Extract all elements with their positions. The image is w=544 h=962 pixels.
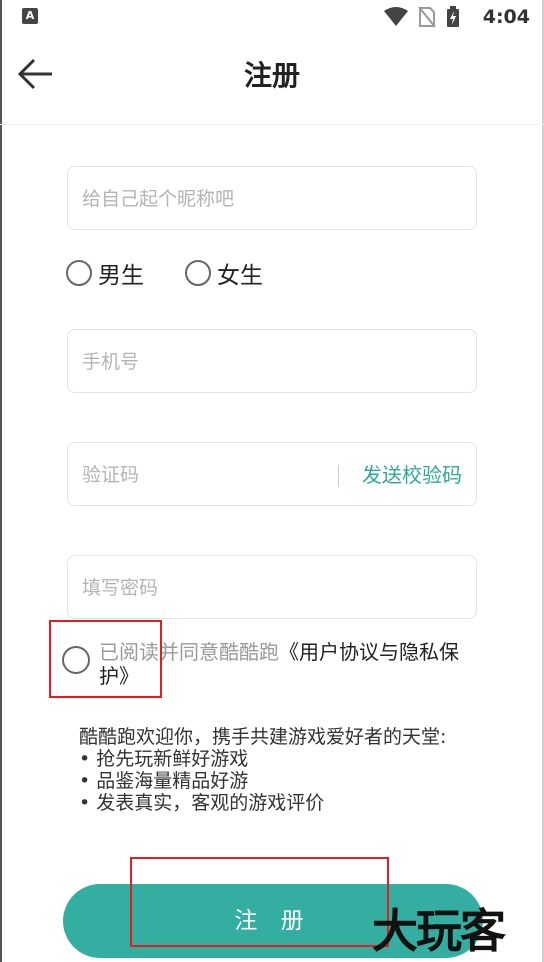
clock: 4:04 — [482, 6, 530, 28]
gender-male-option[interactable]: 男生 — [66, 256, 144, 290]
no-sim-icon — [418, 6, 436, 28]
status-icons — [384, 6, 460, 28]
welcome-bullet: • 品鉴海量精品好游 — [79, 770, 249, 792]
phone-input[interactable] — [80, 330, 344, 394]
battery-charging-icon — [447, 6, 459, 27]
welcome-bullet: • 发表真实，客观的游戏评价 — [79, 792, 325, 814]
page-title: 注册 — [243, 59, 300, 92]
nickname-field-box — [67, 166, 477, 231]
male-radio[interactable] — [66, 260, 92, 286]
watermark-logo: 大玩客 — [372, 904, 506, 958]
password-input[interactable] — [80, 556, 344, 620]
male-label: 男生 — [98, 263, 144, 289]
verification-code-input[interactable] — [80, 443, 324, 507]
app-header: 注册 — [0, 38, 544, 110]
welcome-bullet: • 抢先玩新鲜好游戏 — [79, 748, 249, 770]
status-bar: A 4:04 — [0, 0, 544, 34]
code-field-box: 发送校验码 — [67, 442, 477, 507]
nickname-input[interactable] — [80, 167, 344, 231]
wifi-icon — [384, 7, 408, 26]
female-label: 女生 — [217, 263, 263, 289]
app-notification-icon: A — [22, 8, 38, 24]
phone-field-box — [67, 329, 477, 394]
agreement-prefix: 已阅读并同意酷酷跑 — [99, 640, 279, 664]
welcome-text: 酷酷跑欢迎你，携手共建游戏爱好者的天堂: • 抢先玩新鲜好游戏 • 品鉴海量精品… — [79, 726, 479, 814]
female-radio[interactable] — [185, 260, 211, 286]
frame-edge-left — [0, 0, 2, 962]
header-divider — [0, 124, 544, 125]
password-field-box — [67, 555, 477, 620]
code-separator — [338, 465, 339, 487]
welcome-intro: 酷酷跑欢迎你，携手共建游戏爱好者的天堂: — [79, 726, 447, 748]
agreement-text: 已阅读并同意酷酷跑《用户协议与隐私保护》 — [99, 640, 483, 688]
send-code-button[interactable]: 发送校验码 — [362, 443, 462, 507]
gender-female-option[interactable]: 女生 — [185, 256, 263, 290]
agreement-checkbox[interactable] — [62, 646, 90, 674]
